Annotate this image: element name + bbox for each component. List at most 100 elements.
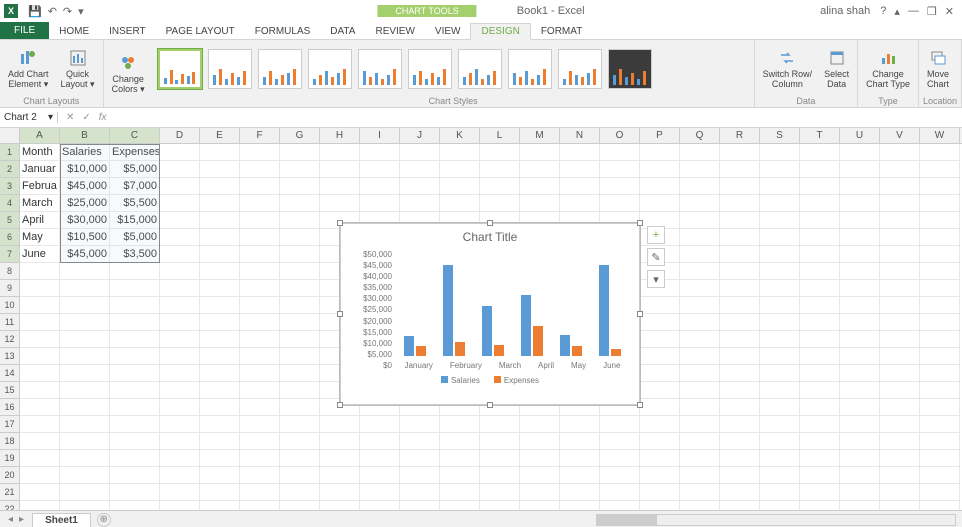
chart-bar-group[interactable] [404,336,426,356]
cell[interactable] [680,416,720,433]
cell[interactable] [800,365,840,382]
cell[interactable] [720,484,760,501]
cell[interactable] [800,212,840,229]
cell[interactable] [800,467,840,484]
cell[interactable] [880,195,920,212]
cell[interactable] [480,501,520,510]
cell[interactable] [60,297,110,314]
switch-row-column-button[interactable]: Switch Row/ Column [759,47,817,91]
cell[interactable] [840,144,880,161]
cell[interactable] [160,433,200,450]
cell[interactable] [920,467,960,484]
cell[interactable] [240,450,280,467]
cell[interactable] [760,484,800,501]
cell[interactable] [160,178,200,195]
cell[interactable] [600,450,640,467]
cell[interactable] [720,144,760,161]
cell[interactable] [840,331,880,348]
cell[interactable] [720,331,760,348]
cell[interactable] [640,195,680,212]
help-icon[interactable]: ? [880,5,886,18]
cell[interactable] [520,484,560,501]
cell[interactable] [440,467,480,484]
cell[interactable] [800,348,840,365]
column-header[interactable]: Q [680,128,720,143]
cell[interactable] [160,297,200,314]
cell[interactable] [440,144,480,161]
cell[interactable] [360,161,400,178]
cell[interactable] [60,433,110,450]
cell[interactable] [110,365,160,382]
cell[interactable]: Februa [20,178,60,195]
cell[interactable] [60,365,110,382]
cell[interactable] [400,467,440,484]
cell[interactable] [640,399,680,416]
sheet-tab[interactable]: Sheet1 [32,513,91,527]
cell[interactable]: $5,500 [110,195,160,212]
cell[interactable] [800,161,840,178]
cell[interactable] [400,195,440,212]
column-header[interactable]: U [840,128,880,143]
cell[interactable] [920,501,960,510]
cell[interactable] [60,399,110,416]
tab-page-layout[interactable]: PAGE LAYOUT [156,24,245,39]
cell[interactable] [920,484,960,501]
cell[interactable] [800,450,840,467]
cell[interactable] [720,467,760,484]
cell[interactable] [200,178,240,195]
cell[interactable] [760,212,800,229]
chart-style-option[interactable] [308,49,352,89]
cell[interactable] [720,501,760,510]
column-header[interactable]: C [110,128,160,143]
chart-styles-gallery[interactable] [157,42,750,96]
chart-style-option[interactable] [458,49,502,89]
column-header[interactable]: O [600,128,640,143]
cell[interactable] [920,212,960,229]
cell[interactable] [600,501,640,510]
cell[interactable] [280,229,320,246]
cell[interactable] [600,467,640,484]
cell[interactable] [110,501,160,510]
cell[interactable] [560,450,600,467]
qat-customize-icon[interactable]: ▾ [78,5,84,18]
cell[interactable] [320,501,360,510]
cell[interactable] [720,399,760,416]
cell[interactable] [720,229,760,246]
cell[interactable] [800,195,840,212]
add-chart-element-button[interactable]: Add Chart Element ▾ [4,47,53,91]
column-header[interactable]: J [400,128,440,143]
cell[interactable] [520,161,560,178]
cell[interactable] [560,484,600,501]
cell[interactable] [320,161,360,178]
column-header[interactable]: W [920,128,960,143]
row-header[interactable]: 17 [0,416,20,433]
cell[interactable] [920,195,960,212]
cell[interactable] [920,416,960,433]
row-header[interactable]: 3 [0,178,20,195]
chart-styles-button[interactable]: ✎ [647,248,665,266]
cell[interactable] [110,484,160,501]
chart-bar[interactable] [533,326,543,356]
cell[interactable] [200,246,240,263]
cell[interactable] [20,348,60,365]
row-header[interactable]: 14 [0,365,20,382]
chart-style-option[interactable] [258,49,302,89]
cell[interactable] [360,195,400,212]
cell[interactable] [440,161,480,178]
cell[interactable] [110,416,160,433]
chart-filters-button[interactable]: ▾ [647,270,665,288]
cell[interactable] [280,314,320,331]
row-header[interactable]: 22 [0,501,20,510]
cell[interactable] [240,297,280,314]
cell[interactable] [920,365,960,382]
cell[interactable] [480,416,520,433]
cell[interactable] [800,263,840,280]
column-header[interactable]: E [200,128,240,143]
cell[interactable] [400,450,440,467]
cell[interactable] [880,280,920,297]
cell[interactable] [160,161,200,178]
cell[interactable] [60,501,110,510]
chart-title[interactable]: Chart Title [341,224,639,250]
cell[interactable]: $25,000 [60,195,110,212]
cell[interactable] [240,433,280,450]
